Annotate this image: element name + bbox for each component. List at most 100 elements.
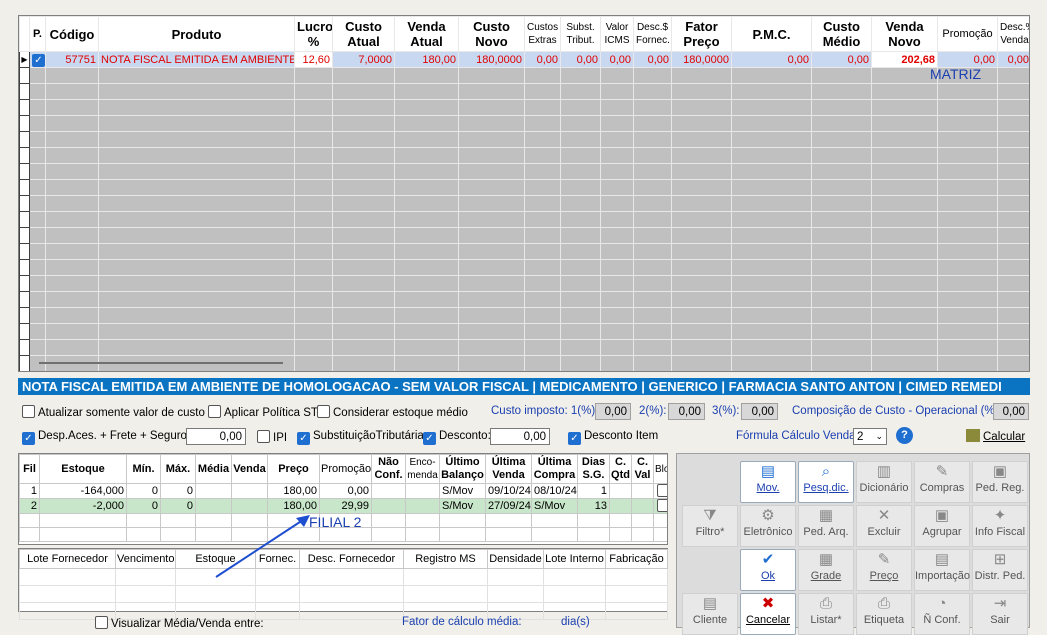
table-row[interactable]: ▶ ✓ 57751 NOTA FISCAL EMITIDA EM AMBIENT…	[19, 51, 1029, 68]
col-nao-conf[interactable]: Não Conf.	[371, 454, 406, 484]
estoque-medio-checkbox[interactable]: Considerar estoque médio	[317, 405, 468, 419]
cell-venda-novo[interactable]: 202,68	[871, 51, 938, 68]
col-lucro[interactable]: Lucro %	[294, 16, 333, 52]
calcular-button[interactable]: Calcular	[966, 429, 1025, 443]
empty-row[interactable]	[19, 163, 1029, 180]
cell-fil[interactable]: 2	[19, 498, 40, 514]
cell-icms[interactable]: 0,00	[600, 51, 634, 68]
col-c-qtd[interactable]: C. Qtd	[609, 454, 632, 484]
custo-imposto-2-field[interactable]: 0,00	[668, 403, 705, 420]
horizontal-scrollbar[interactable]	[39, 362, 283, 364]
pesq-dic-button[interactable]: ⌕ Pesq.dic.	[798, 461, 854, 503]
distr-ped-button[interactable]: ⊞ Distr. Ped.	[972, 549, 1028, 591]
col-p[interactable]: P.	[29, 16, 46, 52]
cell-codigo[interactable]: 57751	[45, 51, 99, 68]
cell-desc-fornec[interactable]: 0,00	[633, 51, 672, 68]
table-row[interactable]: 1 -164,000 0 0 180,00 0,00 S/Mov 09/10/2…	[19, 483, 667, 499]
col-max[interactable]: Máx.	[160, 454, 196, 484]
empty-row[interactable]	[19, 195, 1029, 212]
desp-checkbox[interactable]: ✓ Desp.Aces. + Frete + Seguro:	[22, 430, 190, 445]
col-ultima-venda[interactable]: Última Venda	[485, 454, 532, 484]
help-icon[interactable]: ?	[896, 427, 913, 444]
cell-nao-conf[interactable]	[371, 483, 406, 499]
filtro-button[interactable]: ⧩ Filtro*	[682, 505, 738, 547]
cell-ultima-venda[interactable]: 09/10/24	[485, 483, 532, 499]
col-encomenda[interactable]: Enco-menda	[405, 454, 440, 484]
cell-subst[interactable]: 0,00	[560, 51, 601, 68]
col-lote-interno[interactable]: Lote Interno	[543, 549, 606, 569]
col-registro-ms[interactable]: Registro MS	[403, 549, 488, 569]
col-bloq[interactable]: Bloq	[653, 454, 667, 484]
cell-min[interactable]: 0	[126, 483, 161, 499]
compras-button[interactable]: ✎ Compras	[914, 461, 970, 503]
ok-button[interactable]: ✔ Ok	[740, 549, 796, 591]
filial-table[interactable]: Fil Estoque Mín. Máx. Média Venda Preço …	[18, 453, 668, 545]
cell-ultima-venda[interactable]: 27/09/24	[485, 498, 532, 514]
row-checkbox[interactable]: ✓	[29, 51, 46, 68]
empty-row[interactable]	[19, 67, 1029, 84]
desconto-field[interactable]: 0,00	[490, 428, 550, 445]
agrupar-button[interactable]: ▣ Agrupar	[914, 505, 970, 547]
col-venda-atual[interactable]: Venda Atual	[394, 16, 459, 52]
cell-ultima-compra[interactable]: 08/10/24	[531, 483, 578, 499]
mov-button[interactable]: ▤ Mov.	[740, 461, 796, 503]
custo-imposto-3-field[interactable]: 0,00	[741, 403, 778, 420]
col-ultimo-balanco[interactable]: Último Balanço	[439, 454, 486, 484]
col-dias-sg[interactable]: Dias S.G.	[577, 454, 610, 484]
n-conf-button[interactable]: ◔ Ñ Conf.	[914, 593, 970, 635]
ped-arq-button[interactable]: ▦ Ped. Arq.	[798, 505, 854, 547]
col-custos-extras[interactable]: Custos Extras	[524, 16, 561, 52]
desconto-item-checkbox[interactable]: ✓ Desconto Item	[568, 430, 658, 445]
col-valor-icms[interactable]: Valor ICMS	[600, 16, 634, 52]
col-promocao[interactable]: Promoção	[937, 16, 998, 52]
cell-pmc[interactable]: 0,00	[731, 51, 812, 68]
cell-max[interactable]: 0	[160, 498, 196, 514]
cell-venda[interactable]	[231, 483, 268, 499]
cell-promocao[interactable]: 0,00	[319, 483, 372, 499]
col-fil[interactable]: Fil	[19, 454, 40, 484]
cell-c-qtd[interactable]	[609, 483, 632, 499]
empty-row[interactable]	[19, 339, 1029, 356]
formula-select[interactable]: 2 ⌄	[853, 428, 887, 445]
col-c-val[interactable]: C. Val	[631, 454, 654, 484]
cell-promocao[interactable]: 29,99	[319, 498, 372, 514]
empty-row[interactable]	[19, 179, 1029, 196]
cell-c-val[interactable]	[631, 483, 654, 499]
bloq-checkbox[interactable]	[653, 498, 667, 514]
empty-row[interactable]	[19, 147, 1029, 164]
desconto-checkbox[interactable]: ✓ Desconto:	[423, 430, 491, 445]
info-fiscal-button[interactable]: ✦ Info Fiscal	[972, 505, 1028, 547]
cliente-button[interactable]: ▤ Cliente	[682, 593, 738, 635]
col-subst-tribut[interactable]: Subst. Tribut.	[560, 16, 601, 52]
cell-encomenda[interactable]	[405, 498, 440, 514]
cell-fator[interactable]: 180,0000	[671, 51, 732, 68]
empty-row[interactable]	[19, 83, 1029, 100]
empty-row[interactable]	[19, 131, 1029, 148]
empty-row[interactable]	[19, 259, 1029, 276]
cell-custo-atual[interactable]: 7,0000	[332, 51, 395, 68]
cell-max[interactable]: 0	[160, 483, 196, 499]
col-custo-novo[interactable]: Custo Novo	[458, 16, 525, 52]
cell-fil[interactable]: 1	[19, 483, 40, 499]
cell-nao-conf[interactable]	[371, 498, 406, 514]
col-estoque[interactable]: Estoque	[39, 454, 127, 484]
composicao-field[interactable]: 0,00	[993, 403, 1029, 420]
col-min[interactable]: Mín.	[126, 454, 161, 484]
empty-row[interactable]	[19, 323, 1029, 340]
col-venda-novo[interactable]: Venda Novo	[871, 16, 938, 52]
empty-row[interactable]	[19, 99, 1029, 116]
ipi-checkbox[interactable]: IPI	[257, 430, 287, 444]
politica-checkbox[interactable]: Aplicar Política ST	[208, 405, 318, 419]
table-row[interactable]: 2 -2,000 0 0 180,00 29,99 S/Mov 27/09/24…	[19, 498, 667, 514]
listar-button[interactable]: ⎙ Listar*	[798, 593, 854, 635]
cell-custo-medio[interactable]: 0,00	[811, 51, 872, 68]
col-ultima-compra[interactable]: Última Compra	[531, 454, 578, 484]
empty-row[interactable]	[19, 227, 1029, 244]
col-custo-medio[interactable]: Custo Médio	[811, 16, 872, 52]
col-media[interactable]: Média	[195, 454, 232, 484]
cell-estoque[interactable]: -2,000	[39, 498, 127, 514]
lote-table[interactable]: Lote Fornecedor Vencimento Estoque Forne…	[18, 548, 668, 620]
col-desc-venda[interactable]: Desc.% Venda	[997, 16, 1029, 52]
empty-row[interactable]	[19, 211, 1029, 228]
col-fator-preco[interactable]: Fator Preço	[671, 16, 732, 52]
